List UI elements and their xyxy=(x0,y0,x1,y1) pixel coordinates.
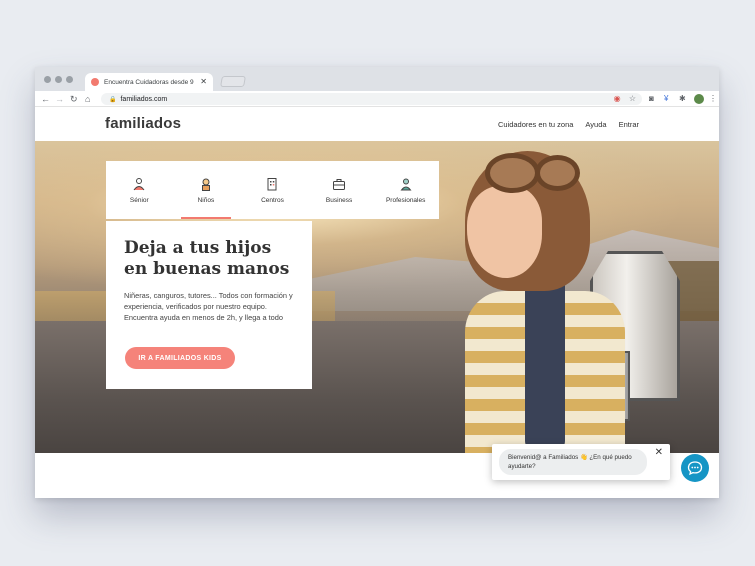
tab-title: Encuentra Cuidadoras desde 9 xyxy=(104,78,194,86)
category-label: Sénior xyxy=(129,196,149,204)
back-arrow-icon[interactable]: ← xyxy=(41,93,50,105)
category-tab-professionals[interactable]: Profesionales xyxy=(372,161,439,219)
browser-tab[interactable]: Encuentra Cuidadoras desde 9 ✕ xyxy=(85,73,213,91)
site-header: familiados Cuidadores en tu zona Ayuda E… xyxy=(35,107,719,141)
address-bar[interactable]: 🔒 familiados.com ◉ ☆ xyxy=(101,93,642,105)
hero-text-card: Deja a tus hijos en buenas manos Niñeras… xyxy=(106,221,312,389)
category-tab-business[interactable]: Business xyxy=(306,161,373,219)
site-logo[interactable]: familiados xyxy=(105,115,181,132)
tab-strip: Encuentra Cuidadoras desde 9 ✕ xyxy=(35,67,719,91)
profile-avatar-icon[interactable] xyxy=(694,94,704,104)
home-icon[interactable]: ⌂ xyxy=(85,93,90,105)
child-face-image xyxy=(467,186,542,278)
category-tab-centers[interactable]: Centros xyxy=(239,161,306,219)
vpn-extension-icon[interactable]: ¥ xyxy=(664,94,668,104)
nav-link-help[interactable]: Ayuda xyxy=(585,120,606,129)
child-strap-image xyxy=(525,271,565,451)
hero-title: Deja a tus hijos en buenas manos xyxy=(124,238,290,279)
chat-popup: Bienvenid@ a Familiados 👋 ¿En qué puedo … xyxy=(492,444,670,480)
category-tab-senior[interactable]: Sénior xyxy=(106,161,173,219)
category-label: Niños xyxy=(197,196,215,204)
lock-icon: 🔒 xyxy=(109,96,117,103)
chat-close-icon[interactable]: ✕ xyxy=(655,447,663,459)
go-to-kids-button[interactable]: IR A FAMILIADOS KIDS xyxy=(125,347,235,369)
building-icon xyxy=(267,177,277,190)
child-icon xyxy=(201,178,210,191)
category-tab-kids[interactable]: Niños xyxy=(173,161,240,219)
new-tab-button[interactable] xyxy=(220,76,246,87)
nav-link-caregivers[interactable]: Cuidadores en tu zona xyxy=(498,120,573,129)
browser-toolbar: ← → ↻ ⌂ 🔒 familiados.com ◉ ☆ ◙ ¥ ✱ ⋮ xyxy=(35,91,719,107)
category-label: Business xyxy=(325,196,353,204)
goggle-left-image xyxy=(485,153,540,193)
senior-icon xyxy=(133,177,145,190)
category-tabs: Sénior Niños Centros Business Profesiona… xyxy=(106,161,439,219)
nav-link-login[interactable]: Entrar xyxy=(619,120,639,129)
maximize-window-icon[interactable] xyxy=(66,76,73,83)
site-favicon-icon xyxy=(91,78,99,86)
chat-launcher-button[interactable] xyxy=(681,454,709,482)
close-window-icon[interactable] xyxy=(44,76,51,83)
bookmark-star-icon[interactable]: ☆ xyxy=(629,94,636,103)
active-tab-indicator xyxy=(180,217,232,219)
category-label: Centros xyxy=(261,196,284,204)
professional-icon xyxy=(400,178,412,190)
browser-window: Encuentra Cuidadoras desde 9 ✕ ← → ↻ ⌂ 🔒… xyxy=(35,67,719,498)
briefcase-icon xyxy=(333,178,346,190)
minimize-window-icon[interactable] xyxy=(55,76,62,83)
extensions-puzzle-icon[interactable]: ✱ xyxy=(679,94,686,104)
reload-icon[interactable]: ↻ xyxy=(70,93,78,105)
chat-welcome-message: Bienvenid@ a Familiados 👋 ¿En qué puedo … xyxy=(499,449,647,475)
site-permissions-icon[interactable]: ◉ xyxy=(614,94,621,103)
forward-arrow-icon[interactable]: → xyxy=(55,93,64,105)
tab-close-icon[interactable]: ✕ xyxy=(200,78,207,86)
category-label: Profesionales xyxy=(385,196,426,204)
browser-menu-icon[interactable]: ⋮ xyxy=(709,94,717,104)
chat-bubble-icon xyxy=(687,461,703,476)
goggle-right-image xyxy=(535,155,580,191)
hero-description: Niñeras, canguros, tutores... Todos con … xyxy=(124,291,293,322)
url-text: familiados.com xyxy=(120,95,168,103)
camera-extension-icon[interactable]: ◙ xyxy=(649,94,654,104)
site-nav: Cuidadores en tu zona Ayuda Entrar xyxy=(498,120,639,129)
